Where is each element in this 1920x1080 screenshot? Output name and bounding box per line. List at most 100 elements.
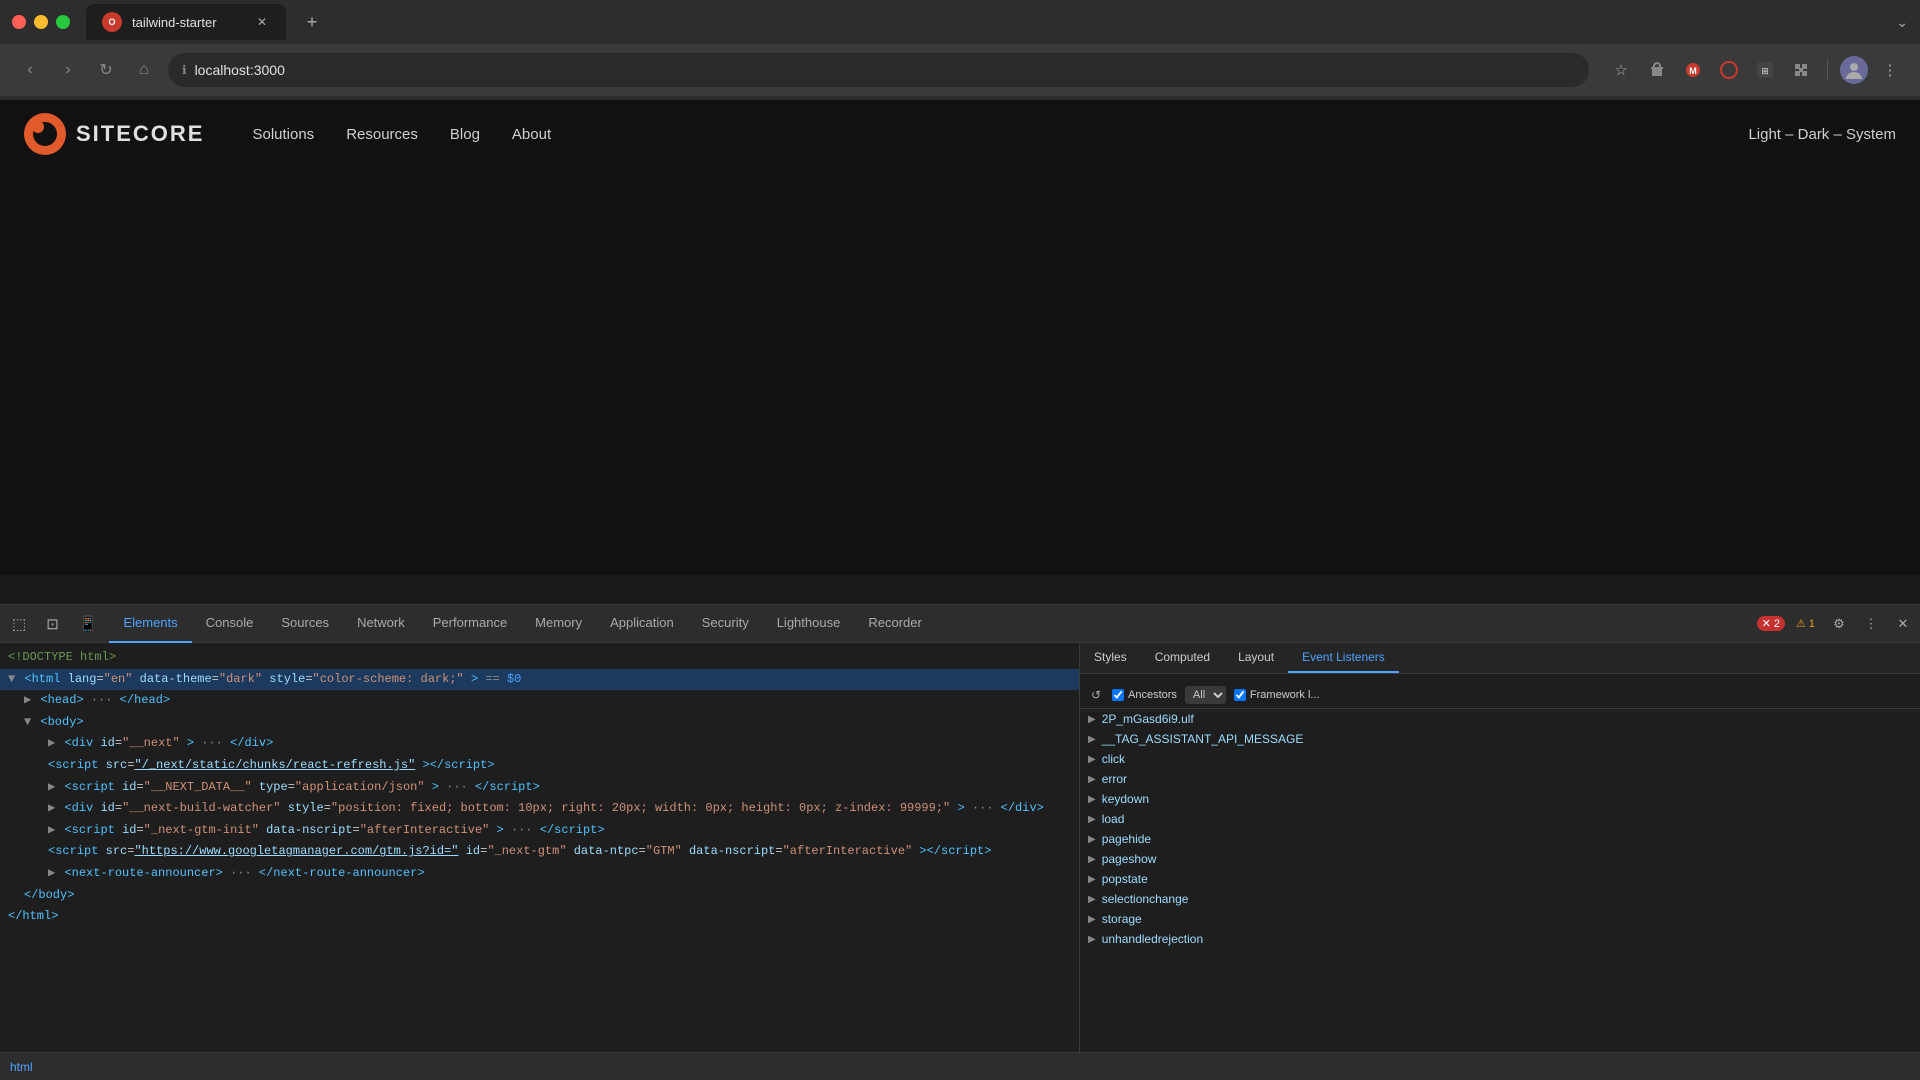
minimize-button[interactable] [34, 15, 48, 29]
close-button[interactable] [12, 15, 26, 29]
devtools-panel: ⬚ ⊡ 📱 Elements Console Sources Network P… [0, 604, 1920, 1080]
tab-computed[interactable]: Computed [1141, 643, 1224, 673]
devtools-settings-button[interactable]: ⚙ [1826, 611, 1852, 637]
tab-sources[interactable]: Sources [267, 605, 343, 643]
dom-line-body-open[interactable]: ▼ <body> [0, 712, 1079, 734]
browser-chrome: O tailwind-starter ✕ + ⌄ ‹ › ↻ ⌂ ℹ local… [0, 0, 1920, 100]
warn-badge: ⚠1 [1791, 616, 1820, 631]
tab-console[interactable]: Console [192, 605, 268, 643]
dom-line-head[interactable]: ▶ <head> ··· </head> [0, 690, 1079, 712]
nav-about[interactable]: About [512, 126, 551, 143]
dom-line-gtm-script[interactable]: <script src="https://www.googletagmanage… [0, 841, 1079, 863]
extension-icon-1[interactable] [1643, 56, 1671, 84]
event-item-click[interactable]: ▶ click [1080, 749, 1920, 769]
logo-text: SITECORE [76, 121, 204, 147]
devtools-more-button[interactable]: ⋮ [1858, 611, 1884, 637]
tab-close-button[interactable]: ✕ [254, 14, 270, 30]
browser-menu-button[interactable]: ⋮ [1876, 56, 1904, 84]
dom-line-next-div[interactable]: ▶ <div id="__next" > ··· </div> [0, 733, 1079, 755]
extensions-button[interactable] [1787, 56, 1815, 84]
styles-tabs: Styles Computed Layout Event Listeners [1080, 643, 1920, 674]
dom-line-route-announcer[interactable]: ▶ <next-route-announcer> ··· </next-rout… [0, 863, 1079, 885]
dom-line-body-close: </body> [0, 885, 1079, 907]
tab-security[interactable]: Security [688, 605, 763, 643]
tab-memory[interactable]: Memory [521, 605, 596, 643]
breadcrumb-html[interactable]: html [10, 1060, 33, 1074]
event-item-unhandledrejection[interactable]: ▶ unhandledrejection [1080, 929, 1920, 949]
event-item-pagehide[interactable]: ▶ pagehide [1080, 829, 1920, 849]
tab-layout[interactable]: Layout [1224, 643, 1288, 673]
el-refresh-button[interactable]: ↺ [1088, 687, 1104, 703]
nav-solutions[interactable]: Solutions [252, 126, 314, 143]
address-bar: ‹ › ↻ ⌂ ℹ localhost:3000 ☆ M ⊞ [0, 44, 1920, 96]
new-tab-button[interactable]: + [298, 8, 326, 36]
tab-recorder[interactable]: Recorder [854, 605, 935, 643]
profile-button[interactable] [1840, 56, 1868, 84]
devtools-device-icon[interactable]: 📱 [71, 615, 106, 633]
tab-network[interactable]: Network [343, 605, 419, 643]
extension-icon-4[interactable]: ⊞ [1751, 56, 1779, 84]
dom-panel[interactable]: <!DOCTYPE html> ▼ <html lang="en" data-t… [0, 643, 1080, 1052]
ancestors-checkbox[interactable]: Ancestors [1112, 689, 1177, 701]
event-item-error[interactable]: ▶ error [1080, 769, 1920, 789]
traffic-lights [12, 15, 70, 29]
devtools-body: <!DOCTYPE html> ▼ <html lang="en" data-t… [0, 643, 1920, 1052]
dom-line-next-data[interactable]: ▶ <script id="__NEXT_DATA__" type="appli… [0, 777, 1079, 799]
event-item-keydown[interactable]: ▶ keydown [1080, 789, 1920, 809]
reload-button[interactable]: ↻ [92, 56, 120, 84]
el-all-select[interactable]: All [1185, 686, 1226, 704]
styles-panel: Styles Computed Layout Event Listeners ↺… [1080, 643, 1920, 1052]
tab-elements[interactable]: Elements [109, 605, 191, 643]
framework-checkbox[interactable]: Framework l... [1234, 689, 1320, 701]
tab-performance[interactable]: Performance [419, 605, 521, 643]
event-item-1[interactable]: ▶ __TAG_ASSISTANT_API_MESSAGE [1080, 729, 1920, 749]
back-button[interactable]: ‹ [16, 56, 44, 84]
devtools-tab-bar: ⬚ ⊡ 📱 Elements Console Sources Network P… [0, 605, 1920, 643]
tab-styles[interactable]: Styles [1080, 643, 1141, 673]
tab-lighthouse[interactable]: Lighthouse [763, 605, 855, 643]
maximize-button[interactable] [56, 15, 70, 29]
theme-selector[interactable]: Light – Dark – System [1748, 126, 1896, 143]
event-item-0[interactable]: ▶ 2P_mGasd6i9.ulf [1080, 709, 1920, 729]
event-listeners-content: ↺ Ancestors All Framework l... ▶ [1080, 674, 1920, 1052]
dom-line-react-refresh[interactable]: <script src="/_next/static/chunks/react-… [0, 755, 1079, 777]
event-item-load[interactable]: ▶ load [1080, 809, 1920, 829]
event-listeners-toolbar: ↺ Ancestors All Framework l... [1080, 682, 1920, 709]
logo-icon [24, 113, 66, 155]
devtools-close-button[interactable]: ✕ [1890, 611, 1916, 637]
title-bar: O tailwind-starter ✕ + ⌄ [0, 0, 1920, 44]
dom-line-doctype: <!DOCTYPE html> [0, 647, 1079, 669]
devtools-cursor-icon[interactable]: ⬚ [4, 615, 34, 633]
dom-line-html[interactable]: ▼ <html lang="en" data-theme="dark" styl… [0, 669, 1079, 691]
event-item-popstate[interactable]: ▶ popstate [1080, 869, 1920, 889]
home-button[interactable]: ⌂ [130, 56, 158, 84]
tabs-dropdown-button[interactable]: ⌄ [1896, 14, 1908, 31]
devtools-breadcrumb: html [0, 1052, 1920, 1080]
event-item-selectionchange[interactable]: ▶ selectionchange [1080, 889, 1920, 909]
tab-favicon: O [102, 12, 122, 32]
browser-tab-active[interactable]: O tailwind-starter ✕ [86, 4, 286, 40]
svg-text:⊞: ⊞ [1761, 66, 1769, 76]
devtools-toolbar-right: ✕2 ⚠1 ⚙ ⋮ ✕ [1757, 611, 1916, 637]
webpage-body [0, 168, 1920, 575]
event-item-storage[interactable]: ▶ storage [1080, 909, 1920, 929]
dom-line-gtm-init[interactable]: ▶ <script id="_next-gtm-init" data-nscri… [0, 820, 1079, 842]
url-bar[interactable]: ℹ localhost:3000 [168, 53, 1589, 87]
toolbar-separator [1827, 60, 1828, 80]
nav-blog[interactable]: Blog [450, 126, 480, 143]
extension-icon-opera-vpn[interactable] [1715, 56, 1743, 84]
forward-button[interactable]: › [54, 56, 82, 84]
dom-line-build-watcher[interactable]: ▶ <div id="__next-build-watcher" style="… [0, 798, 1079, 820]
webpage-content: SITECORE Solutions Resources Blog About … [0, 100, 1920, 575]
event-item-pageshow[interactable]: ▶ pageshow [1080, 849, 1920, 869]
tab-event-listeners[interactable]: Event Listeners [1288, 643, 1399, 673]
svg-text:M: M [1689, 66, 1697, 76]
site-logo: SITECORE [24, 113, 204, 155]
devtools-inspect-icon[interactable]: ⊡ [38, 615, 67, 633]
bookmark-button[interactable]: ☆ [1607, 56, 1635, 84]
extension-icon-2[interactable]: M [1679, 56, 1707, 84]
dom-line-html-close: </html> [0, 906, 1079, 928]
nav-resources[interactable]: Resources [346, 126, 418, 143]
tab-application[interactable]: Application [596, 605, 688, 643]
tab-title: tailwind-starter [132, 15, 217, 30]
